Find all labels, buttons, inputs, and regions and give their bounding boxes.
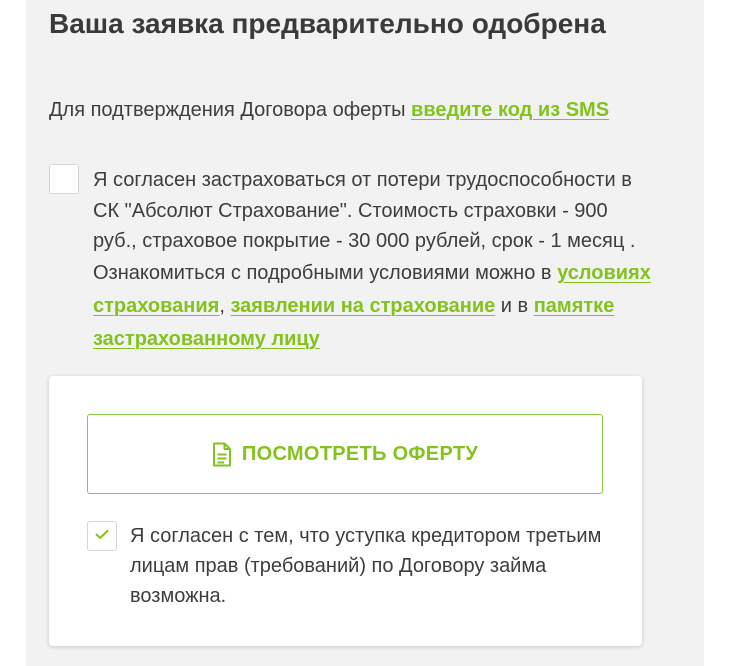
checkmark-icon <box>95 527 109 545</box>
enter-sms-code-link[interactable]: введите код из SMS <box>411 99 609 121</box>
insurance-consent-label: Я согласен застраховаться от потери труд… <box>93 169 636 284</box>
insurance-separator-1: , <box>219 294 231 317</box>
assignment-consent-checkbox[interactable] <box>87 521 117 551</box>
insurance-application-link[interactable]: заявлении на страхование <box>230 295 495 317</box>
view-offer-button[interactable]: ПОСМОТРЕТЬ ОФЕРТУ <box>87 414 603 494</box>
insurance-consent-text: Я согласен застраховаться от потери труд… <box>93 165 653 356</box>
sms-instruction-text: Для подтверждения Договора оферты <box>49 99 412 121</box>
insurance-separator-2: и в <box>495 294 534 317</box>
page-title: Ваша заявка предварительно одобрена <box>49 8 606 39</box>
view-offer-label: ПОСМОТРЕТЬ ОФЕРТУ <box>241 442 479 465</box>
document-icon <box>212 442 232 467</box>
assignment-consent-text: Я согласен с тем, что уступка кредитором… <box>130 525 602 607</box>
offer-card: ПОСМОТРЕТЬ ОФЕРТУ Я согласен с тем, что … <box>49 376 642 646</box>
insurance-consent-checkbox[interactable] <box>49 164 79 194</box>
sms-instruction: Для подтверждения Договора оферты введит… <box>49 96 609 124</box>
